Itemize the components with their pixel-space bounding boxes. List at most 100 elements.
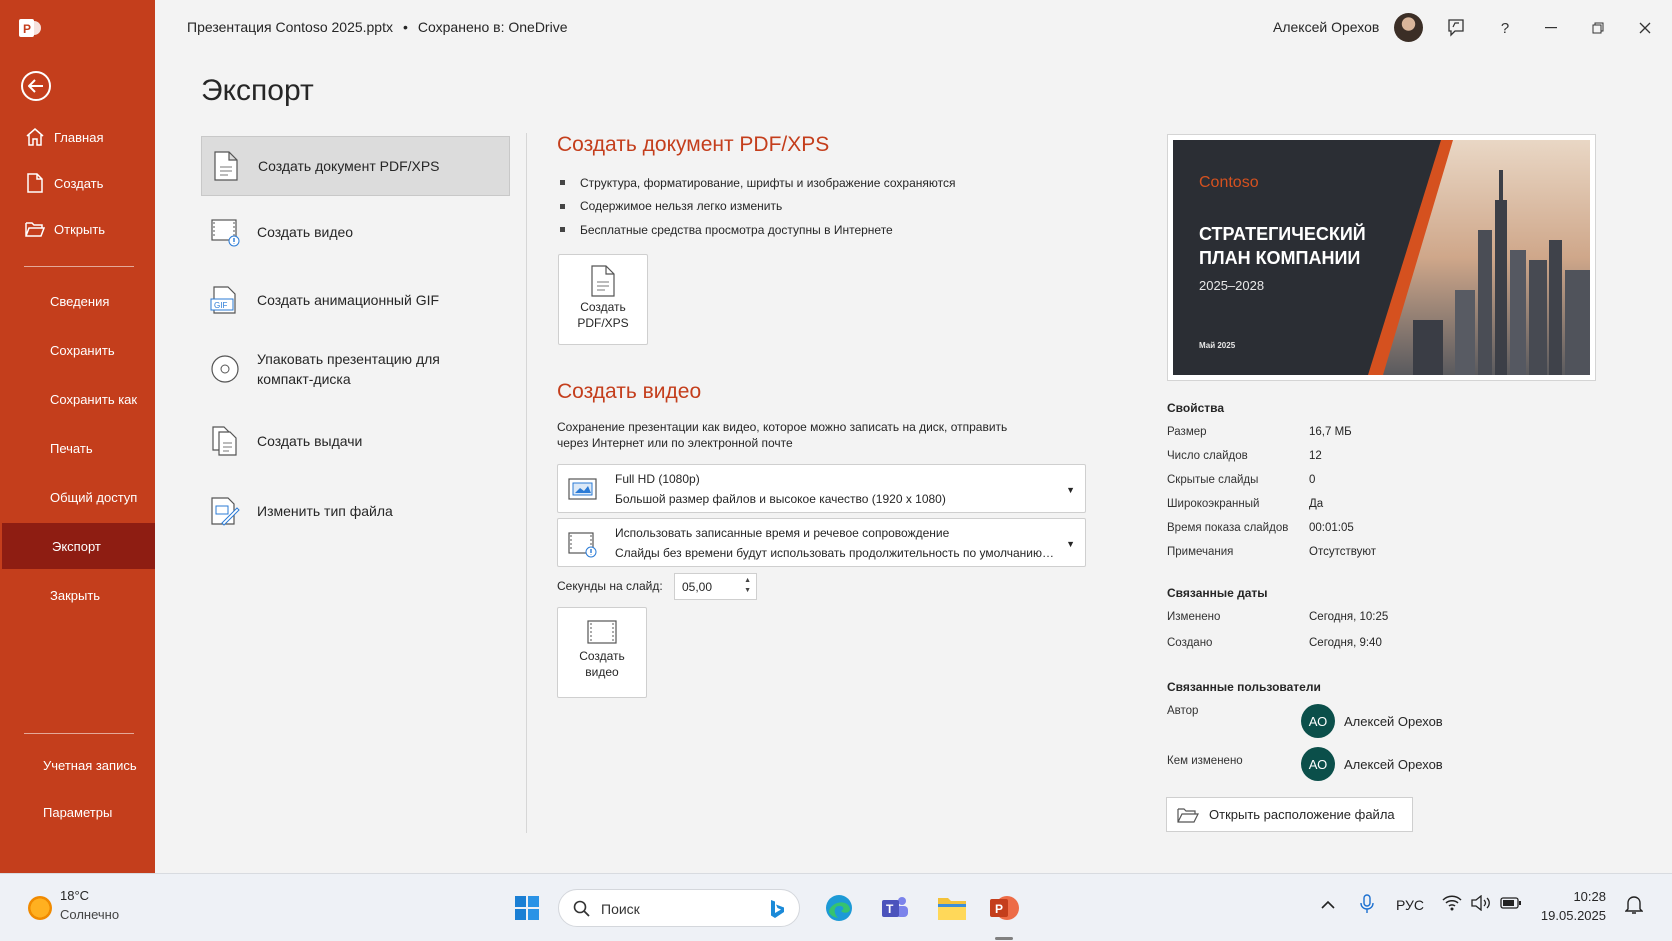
wifi-button[interactable]: [1442, 895, 1462, 914]
create-video-button[interactable]: Создать видео: [557, 607, 647, 698]
account-name[interactable]: Алексей Орехов: [1273, 19, 1379, 35]
nav-close-label: Закрыть: [50, 587, 101, 603]
nav-save[interactable]: Сохранить: [0, 327, 155, 373]
prop-value: 0: [1309, 474, 1316, 486]
author-name[interactable]: Алексей Орехов: [1344, 714, 1443, 729]
avatar[interactable]: АО: [1301, 747, 1335, 781]
button-label-line2: PDF/XPS: [577, 316, 629, 330]
microphone-button[interactable]: [1360, 894, 1374, 917]
close-button[interactable]: [1631, 14, 1659, 42]
restore-icon: [1592, 22, 1604, 34]
date-value: Сегодня, 10:25: [1309, 611, 1389, 623]
create-pdf-button[interactable]: Создать PDF/XPS: [558, 254, 648, 345]
svg-text:P: P: [995, 902, 1003, 916]
nav-account[interactable]: Учетная запись: [0, 742, 155, 788]
bing-icon[interactable]: [767, 898, 787, 920]
video-quality-dropdown[interactable]: Full HD (1080p) Большой размер файлов и …: [557, 464, 1086, 513]
nav-home[interactable]: Главная: [0, 114, 155, 160]
stepper-arrows[interactable]: ▲ ▼: [744, 576, 751, 596]
nav-info[interactable]: Сведения: [0, 278, 155, 324]
search-icon: [573, 900, 590, 917]
nav-close[interactable]: Закрыть: [0, 572, 155, 618]
speaker-icon: [1471, 894, 1490, 912]
timing-dropdown[interactable]: Использовать записанные время и речевое …: [557, 518, 1086, 567]
volume-button[interactable]: [1471, 894, 1491, 914]
button-label-line1: Создать: [580, 300, 626, 314]
avatar[interactable]: АО: [1301, 704, 1335, 738]
start-button[interactable]: [510, 891, 544, 925]
back-button[interactable]: [21, 71, 51, 101]
powerpoint-app[interactable]: P: [987, 891, 1021, 925]
option-label: Создать анимационный GIF: [257, 292, 440, 308]
minimize-button[interactable]: [1537, 14, 1565, 42]
nav-open[interactable]: Открыть: [0, 206, 155, 252]
timing-narration-icon: [568, 530, 598, 558]
slide-logo: Contoso: [1199, 174, 1259, 191]
battery-button[interactable]: [1500, 896, 1522, 913]
clock-time: 10:28: [1573, 889, 1606, 904]
teams-app[interactable]: T: [878, 891, 912, 925]
prop-label: Размер: [1167, 426, 1207, 438]
prop-value: 12: [1309, 450, 1322, 462]
nav-info-label: Сведения: [50, 293, 110, 309]
nav-print[interactable]: Печать: [0, 425, 155, 471]
sun-icon[interactable]: [28, 896, 52, 920]
cd-icon: [209, 353, 241, 385]
prop-label: Широкоэкранный: [1167, 498, 1260, 510]
prop-value: Отсутствуют: [1309, 546, 1376, 558]
save-status: Сохранено в: OneDrive: [417, 19, 568, 35]
powerpoint-icon: P: [990, 896, 1019, 920]
feedback-icon: [1448, 19, 1464, 37]
seconds-per-slide-stepper[interactable]: 05,00 ▲ ▼: [674, 573, 757, 600]
weather-temperature[interactable]: 18°C: [60, 888, 89, 903]
chevron-up-icon: [1321, 900, 1335, 909]
nav-export[interactable]: Экспорт: [2, 523, 155, 569]
option-package-cd[interactable]: Упаковать презентацию для компакт-диска: [201, 349, 510, 389]
option-create-video[interactable]: Создать видео: [201, 214, 510, 250]
file-name: Презентация Contoso 2025.pptx: [187, 19, 393, 35]
powerpoint-logo-icon: P: [18, 16, 42, 40]
document-title: Презентация Contoso 2025.pptx • Сохранено …: [187, 19, 568, 35]
battery-icon: [1500, 897, 1521, 909]
taskbar-clock[interactable]: 10:28 19.05.2025: [1536, 887, 1606, 925]
pdf-document-icon: [210, 150, 242, 182]
modified-by-name[interactable]: Алексей Орехов: [1344, 757, 1443, 772]
folder-icon: [938, 898, 966, 920]
nav-divider: [24, 266, 134, 267]
nav-save-as[interactable]: Сохранить как: [0, 376, 155, 422]
edge-app[interactable]: [822, 891, 856, 925]
nav-export-label: Экспорт: [52, 538, 101, 554]
nav-options-label: Параметры: [43, 804, 113, 820]
microphone-icon: [1360, 894, 1374, 913]
arrow-left-icon: [28, 79, 43, 93]
nav-share[interactable]: Общий доступ: [0, 474, 155, 520]
file-explorer-app[interactable]: [935, 891, 969, 925]
show-hidden-icons-button[interactable]: [1321, 897, 1335, 913]
title-separator: •: [403, 19, 408, 35]
nav-options[interactable]: Параметры: [0, 789, 155, 835]
open-file-location-button[interactable]: Открыть расположение файла: [1166, 797, 1413, 832]
wifi-icon: [1442, 895, 1462, 911]
chevron-down-icon: ▼: [1066, 539, 1075, 549]
input-language[interactable]: РУС: [1396, 897, 1424, 913]
option-create-handouts[interactable]: Создать выдачи: [201, 423, 510, 459]
option-change-file-type[interactable]: Изменить тип файла: [201, 493, 510, 529]
nav-new[interactable]: Создать: [0, 160, 155, 206]
avatar[interactable]: [1394, 13, 1423, 42]
nav-print-label: Печать: [50, 440, 93, 456]
prop-value: Да: [1309, 498, 1324, 510]
pdf-section-title: Создать документ PDF/XPS: [557, 133, 830, 156]
option-create-pdf[interactable]: Создать документ PDF/XPS: [201, 136, 510, 196]
help-button[interactable]: ?: [1491, 14, 1519, 42]
feedback-button[interactable]: [1442, 14, 1470, 42]
weather-description[interactable]: Солнечно: [60, 907, 119, 922]
open-file-location-label: Открыть расположение файла: [1209, 807, 1395, 822]
slide-thumbnail: Contoso СТРАТЕГИЧЕСКИЙ ПЛАН КОМПАНИИ 202…: [1167, 134, 1596, 381]
option-create-gif[interactable]: GIF Создать анимационный GIF: [201, 282, 510, 318]
pdf-document-icon: [591, 265, 615, 297]
prop-label: Время показа слайдов: [1167, 522, 1289, 534]
notifications-button[interactable]: [1624, 895, 1644, 918]
restore-button[interactable]: [1584, 14, 1612, 42]
seconds-value: 05,00: [682, 580, 713, 594]
taskbar-search[interactable]: Поиск: [558, 889, 800, 927]
